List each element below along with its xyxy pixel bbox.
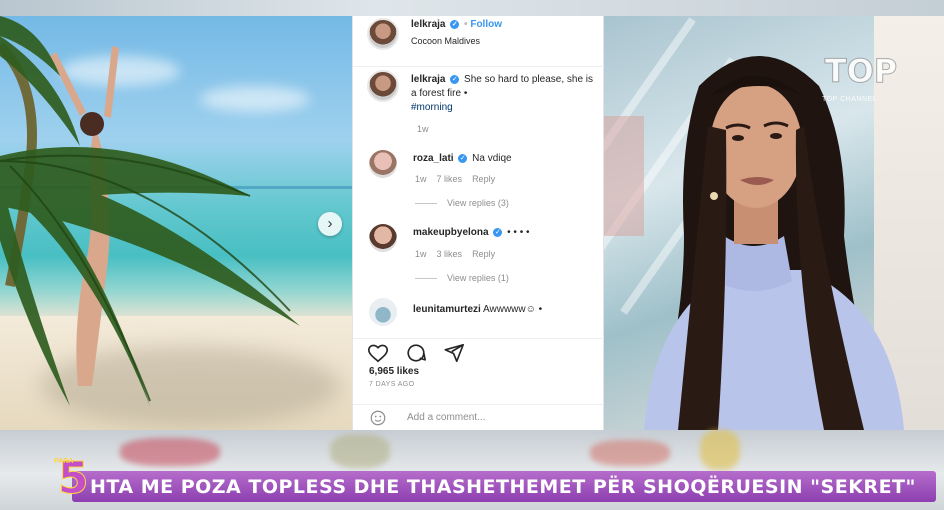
- carousel-next-icon[interactable]: ›: [318, 212, 342, 236]
- follow-button[interactable]: Follow: [470, 19, 502, 30]
- post-location[interactable]: Cocoon Maldives: [411, 34, 480, 48]
- separator-dot: •: [464, 19, 468, 30]
- view-replies-link[interactable]: View replies (1): [415, 273, 509, 283]
- verified-badge-icon: ✓: [450, 19, 460, 29]
- tv-broadcast-screen: › lelkraja ✓ • Follow Cocoon Maldives le…: [0, 0, 944, 510]
- caption-emoji: •: [463, 88, 468, 99]
- comment-time: 1w: [415, 249, 427, 259]
- top-channel-logo: TOP: [824, 52, 897, 91]
- comment-username[interactable]: leunitamurtezi: [413, 304, 481, 315]
- comment-time: 1w: [415, 174, 427, 184]
- comment-username[interactable]: roza_lati: [413, 153, 454, 164]
- caption-time: 1w: [417, 124, 429, 134]
- replies-dash: [415, 278, 437, 280]
- instagram-post-panel: lelkraja ✓ • Follow Cocoon Maldives lelk…: [352, 16, 605, 430]
- post-author-header: lelkraja ✓ • Follow: [411, 19, 502, 30]
- replies-dash: [415, 203, 437, 205]
- verified-badge-icon: ✓: [458, 153, 468, 163]
- header-divider: [353, 66, 605, 67]
- comment-meta: 1w 3 likes Reply: [415, 249, 495, 259]
- comment-avatar[interactable]: [369, 150, 397, 178]
- caption-author-avatar[interactable]: [367, 70, 399, 102]
- caption-username[interactable]: lelkraja: [411, 74, 445, 85]
- share-icon[interactable]: [443, 342, 465, 364]
- background-blob: [120, 438, 220, 466]
- comment-body: leunitamurtezi Awwwww☺ •: [413, 303, 542, 317]
- ticker-headline: HTA ME POZA TOPLESS DHE THASHETHEMET PËR…: [90, 476, 916, 498]
- comment-meta: 1w 7 likes Reply: [415, 174, 495, 184]
- post-author-avatar[interactable]: [367, 18, 399, 50]
- comment-text: Awwwww☺ •: [483, 304, 543, 315]
- comment-icon[interactable]: [405, 342, 427, 364]
- comment-text: Na vdiqe: [472, 153, 512, 164]
- channel-logo-text: TOP: [825, 52, 897, 90]
- comment-avatar[interactable]: [369, 298, 397, 326]
- view-replies-label: View replies (1): [447, 273, 509, 283]
- comment-likes[interactable]: 7 likes: [437, 174, 463, 184]
- view-replies-link[interactable]: View replies (3): [415, 198, 509, 208]
- view-replies-label: View replies (3): [447, 198, 509, 208]
- emoji-icon[interactable]: [369, 409, 387, 427]
- post-author-username[interactable]: lelkraja: [411, 19, 445, 30]
- verified-badge-icon: ✓: [493, 227, 503, 237]
- comment-body: roza_lati ✓ Na vdiqe: [413, 152, 512, 166]
- comment-text: • • • •: [507, 227, 530, 238]
- channel-logo-subtitle: TOP CHANNEL: [822, 96, 878, 103]
- comment-avatar[interactable]: [369, 224, 397, 252]
- heart-icon[interactable]: [367, 342, 389, 364]
- post-date: 7 DAYS AGO: [369, 381, 415, 388]
- background-blob: [590, 440, 670, 466]
- likes-count[interactable]: 6,965 likes: [369, 365, 419, 379]
- palm-and-figure-illustration: [0, 16, 300, 406]
- actions-divider: [353, 338, 605, 339]
- background-blob: [330, 434, 390, 468]
- top-background-strip: [0, 0, 944, 16]
- instagram-post-photo: ›: [0, 16, 352, 430]
- comment-body: makeupbyelona ✓ • • • •: [413, 226, 530, 240]
- caption-block: lelkraja ✓ She so hard to please, she is…: [411, 73, 601, 115]
- background-blob: [700, 430, 740, 470]
- comment-reply-button[interactable]: Reply: [472, 174, 495, 184]
- studio-guest-video: TOP TOP CHANNEL: [604, 16, 944, 430]
- verified-badge-icon: ✓: [450, 74, 460, 84]
- comment-reply-button[interactable]: Reply: [472, 249, 495, 259]
- add-comment-input[interactable]: Add a comment...: [407, 412, 485, 423]
- show-logo-top-text: PARA: [54, 458, 74, 465]
- comment-input-divider: [353, 404, 605, 405]
- caption-hashtag[interactable]: #morning: [411, 102, 453, 113]
- comment-username[interactable]: makeupbyelona: [413, 227, 489, 238]
- comment-likes[interactable]: 3 likes: [437, 249, 463, 259]
